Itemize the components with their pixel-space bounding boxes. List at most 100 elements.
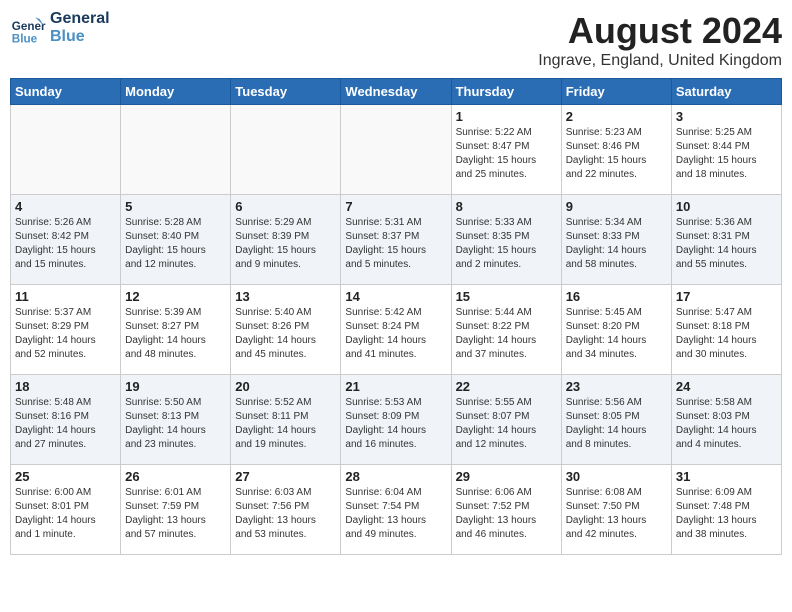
calendar-cell: 17 Sunrise: 5:47 AM Sunset: 8:18 PM Dayli… xyxy=(671,285,781,375)
calendar-cell: 16 Sunrise: 5:45 AM Sunset: 8:20 PM Dayli… xyxy=(561,285,671,375)
calendar-cell: 15 Sunrise: 5:44 AM Sunset: 8:22 PM Dayli… xyxy=(451,285,561,375)
title-area: August 2024 Ingrave, England, United Kin… xyxy=(538,10,782,70)
day-header-tuesday: Tuesday xyxy=(231,79,341,105)
day-info: Sunrise: 5:42 AM Sunset: 8:24 PM Dayligh… xyxy=(345,306,446,362)
calendar-cell: 6Sunrise: 5:29 AM Sunset: 8:39 PM Daylig… xyxy=(231,195,341,285)
day-number: 5 xyxy=(125,199,226,214)
day-number: 26 xyxy=(125,469,226,484)
day-info: Sunrise: 5:25 AM Sunset: 8:44 PM Dayligh… xyxy=(676,126,777,182)
day-info: Sunrise: 6:08 AM Sunset: 7:50 PM Dayligh… xyxy=(566,486,667,542)
day-header-saturday: Saturday xyxy=(671,79,781,105)
calendar-cell: 5 Sunrise: 5:28 AM Sunset: 8:40 PM Daylig… xyxy=(121,195,231,285)
day-number: 7 xyxy=(345,199,446,214)
calendar-cell: 28 Sunrise: 6:04 AM Sunset: 7:54 PM Dayli… xyxy=(341,465,451,555)
day-info: Sunrise: 6:09 AM Sunset: 7:48 PM Dayligh… xyxy=(676,486,777,542)
calendar-body: 1 Sunrise: 5:22 AM Sunset: 8:47 PM Daylig… xyxy=(11,105,782,555)
day-info: Sunrise: 6:06 AM Sunset: 7:52 PM Dayligh… xyxy=(456,486,557,542)
day-info: Sunrise: 5:28 AM Sunset: 8:40 PM Dayligh… xyxy=(125,216,226,272)
day-info: Sunrise: 5:45 AM Sunset: 8:20 PM Dayligh… xyxy=(566,306,667,362)
calendar-cell: 13Sunrise: 5:40 AM Sunset: 8:26 PM Dayli… xyxy=(231,285,341,375)
day-info: Sunrise: 5:48 AM Sunset: 8:16 PM Dayligh… xyxy=(15,396,116,452)
week-row-3: 11 Sunrise: 5:37 AM Sunset: 8:29 PM Dayli… xyxy=(11,285,782,375)
day-info: Sunrise: 5:58 AM Sunset: 8:03 PM Dayligh… xyxy=(676,396,777,452)
calendar-cell xyxy=(231,105,341,195)
day-info: Sunrise: 5:44 AM Sunset: 8:22 PM Dayligh… xyxy=(456,306,557,362)
calendar-cell: 23 Sunrise: 5:56 AM Sunset: 8:05 PM Dayli… xyxy=(561,375,671,465)
day-number: 1 xyxy=(456,109,557,124)
calendar-cell: 31 Sunrise: 6:09 AM Sunset: 7:48 PM Dayli… xyxy=(671,465,781,555)
day-info: Sunrise: 6:03 AM Sunset: 7:56 PM Dayligh… xyxy=(235,486,336,542)
day-info: Sunrise: 5:40 AM Sunset: 8:26 PM Dayligh… xyxy=(235,306,336,362)
day-number: 14 xyxy=(345,289,446,304)
day-info: Sunrise: 6:00 AM Sunset: 8:01 PM Dayligh… xyxy=(15,486,116,542)
day-info: Sunrise: 5:55 AM Sunset: 8:07 PM Dayligh… xyxy=(456,396,557,452)
logo-line2: Blue xyxy=(50,28,110,46)
calendar-cell: 9 Sunrise: 5:34 AM Sunset: 8:33 PM Daylig… xyxy=(561,195,671,285)
day-number: 11 xyxy=(15,289,116,304)
day-info: Sunrise: 5:56 AM Sunset: 8:05 PM Dayligh… xyxy=(566,396,667,452)
calendar-cell: 1 Sunrise: 5:22 AM Sunset: 8:47 PM Daylig… xyxy=(451,105,561,195)
day-header-thursday: Thursday xyxy=(451,79,561,105)
calendar-cell: 30 Sunrise: 6:08 AM Sunset: 7:50 PM Dayli… xyxy=(561,465,671,555)
calendar-cell: 29Sunrise: 6:06 AM Sunset: 7:52 PM Dayli… xyxy=(451,465,561,555)
day-number: 20 xyxy=(235,379,336,394)
day-info: Sunrise: 5:53 AM Sunset: 8:09 PM Dayligh… xyxy=(345,396,446,452)
day-number: 8 xyxy=(456,199,557,214)
logo-icon: General Blue xyxy=(10,10,46,46)
week-row-4: 18 Sunrise: 5:48 AM Sunset: 8:16 PM Dayli… xyxy=(11,375,782,465)
day-number: 31 xyxy=(676,469,777,484)
calendar-cell: 19Sunrise: 5:50 AM Sunset: 8:13 PM Dayli… xyxy=(121,375,231,465)
day-info: Sunrise: 6:04 AM Sunset: 7:54 PM Dayligh… xyxy=(345,486,446,542)
day-info: Sunrise: 6:01 AM Sunset: 7:59 PM Dayligh… xyxy=(125,486,226,542)
week-row-5: 25 Sunrise: 6:00 AM Sunset: 8:01 PM Dayli… xyxy=(11,465,782,555)
day-info: Sunrise: 5:52 AM Sunset: 8:11 PM Dayligh… xyxy=(235,396,336,452)
day-info: Sunrise: 5:36 AM Sunset: 8:31 PM Dayligh… xyxy=(676,216,777,272)
calendar-cell: 21 Sunrise: 5:53 AM Sunset: 8:09 PM Dayli… xyxy=(341,375,451,465)
day-number: 2 xyxy=(566,109,667,124)
calendar-cell: 20 Sunrise: 5:52 AM Sunset: 8:11 PM Dayli… xyxy=(231,375,341,465)
calendar-cell: 26 Sunrise: 6:01 AM Sunset: 7:59 PM Dayli… xyxy=(121,465,231,555)
calendar-cell: 24 Sunrise: 5:58 AM Sunset: 8:03 PM Dayli… xyxy=(671,375,781,465)
week-row-1: 1 Sunrise: 5:22 AM Sunset: 8:47 PM Daylig… xyxy=(11,105,782,195)
day-number: 19 xyxy=(125,379,226,394)
day-header-friday: Friday xyxy=(561,79,671,105)
day-number: 27 xyxy=(235,469,336,484)
day-number: 21 xyxy=(345,379,446,394)
day-info: Sunrise: 5:47 AM Sunset: 8:18 PM Dayligh… xyxy=(676,306,777,362)
day-number: 28 xyxy=(345,469,446,484)
location: Ingrave, England, United Kingdom xyxy=(538,52,782,70)
day-header-wednesday: Wednesday xyxy=(341,79,451,105)
logo-line1: General xyxy=(50,10,110,28)
day-number: 16 xyxy=(566,289,667,304)
calendar-cell: 22 Sunrise: 5:55 AM Sunset: 8:07 PM Dayli… xyxy=(451,375,561,465)
day-number: 25 xyxy=(15,469,116,484)
calendar-cell xyxy=(11,105,121,195)
calendar-cell: 10 Sunrise: 5:36 AM Sunset: 8:31 PM Dayli… xyxy=(671,195,781,285)
day-info: Sunrise: 5:26 AM Sunset: 8:42 PM Dayligh… xyxy=(15,216,116,272)
day-number: 3 xyxy=(676,109,777,124)
calendar-cell: 3 Sunrise: 5:25 AM Sunset: 8:44 PM Daylig… xyxy=(671,105,781,195)
calendar-cell: 2Sunrise: 5:23 AM Sunset: 8:46 PM Daylig… xyxy=(561,105,671,195)
day-number: 24 xyxy=(676,379,777,394)
month-year: August 2024 xyxy=(538,10,782,52)
day-number: 17 xyxy=(676,289,777,304)
day-number: 10 xyxy=(676,199,777,214)
calendar-cell xyxy=(341,105,451,195)
day-info: Sunrise: 5:37 AM Sunset: 8:29 PM Dayligh… xyxy=(15,306,116,362)
day-number: 18 xyxy=(15,379,116,394)
day-info: Sunrise: 5:22 AM Sunset: 8:47 PM Dayligh… xyxy=(456,126,557,182)
calendar-cell xyxy=(121,105,231,195)
svg-text:Blue: Blue xyxy=(12,32,38,45)
day-number: 4 xyxy=(15,199,116,214)
day-number: 23 xyxy=(566,379,667,394)
calendar-cell: 12Sunrise: 5:39 AM Sunset: 8:27 PM Dayli… xyxy=(121,285,231,375)
calendar-table: SundayMondayTuesdayWednesdayThursdayFrid… xyxy=(10,78,782,555)
calendar-cell: 14 Sunrise: 5:42 AM Sunset: 8:24 PM Dayli… xyxy=(341,285,451,375)
day-number: 22 xyxy=(456,379,557,394)
day-number: 15 xyxy=(456,289,557,304)
day-number: 9 xyxy=(566,199,667,214)
day-info: Sunrise: 5:33 AM Sunset: 8:35 PM Dayligh… xyxy=(456,216,557,272)
week-row-2: 4 Sunrise: 5:26 AM Sunset: 8:42 PM Daylig… xyxy=(11,195,782,285)
day-info: Sunrise: 5:34 AM Sunset: 8:33 PM Dayligh… xyxy=(566,216,667,272)
day-number: 30 xyxy=(566,469,667,484)
